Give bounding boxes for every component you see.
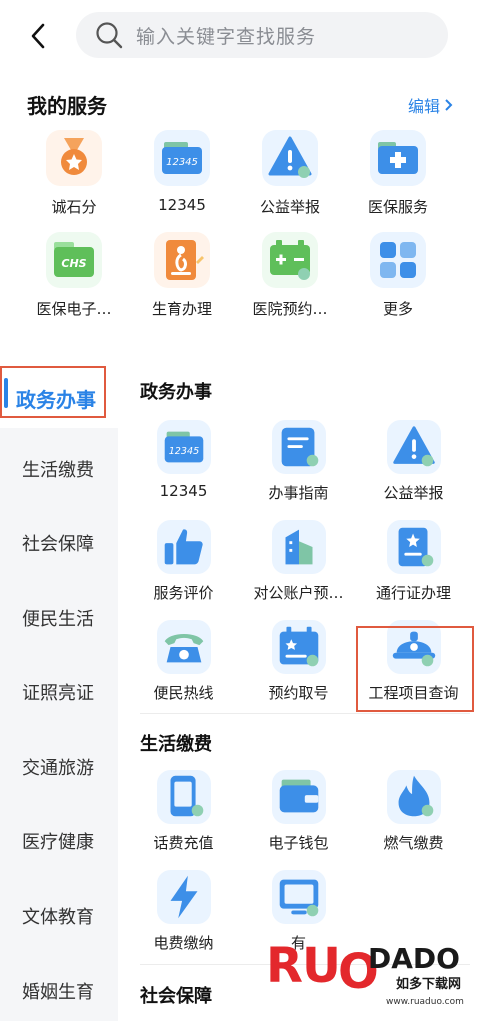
service-label: 便民热线	[153, 684, 214, 702]
service-tile[interactable]: 医保服务	[344, 130, 452, 226]
search-icon	[96, 22, 123, 49]
warning-icon	[262, 130, 318, 186]
service-label: 更多	[382, 300, 413, 318]
service-label: 12345	[158, 196, 206, 214]
service-label: 预约取号	[268, 684, 329, 702]
category-item[interactable]: 便民生活	[22, 605, 94, 631]
chevron-left-icon	[31, 23, 45, 49]
warning-icon	[386, 420, 441, 474]
category-item[interactable]: 社会保障	[22, 530, 94, 556]
service-label: 公益举报	[259, 198, 320, 216]
edit-label: 编辑	[408, 97, 441, 116]
grid-more-icon	[370, 232, 426, 288]
service-tile[interactable]: 通行证办理	[356, 520, 471, 614]
service-label: 12345	[159, 482, 208, 500]
hotline-folder-icon: 12345	[156, 420, 211, 474]
service-tile[interactable]: 12345 12345	[126, 420, 241, 514]
service-tile[interactable]: 公益举报	[356, 420, 471, 514]
category-item[interactable]: 婚姻生育	[22, 978, 94, 1004]
calendar-star-icon	[271, 620, 326, 674]
search-placeholder: 输入关键字查找服务	[136, 25, 317, 48]
highlight-box	[356, 626, 474, 712]
section-title: 生活缴费	[140, 734, 212, 755]
category-item[interactable]: 证照亮证	[22, 679, 94, 705]
service-label: 医院预约…	[252, 300, 328, 318]
service-tile[interactable]: 12345 12345	[128, 130, 236, 226]
hotline-folder-icon: 12345	[154, 130, 210, 186]
service-label: 办事指南	[268, 484, 329, 502]
svg-text:www.ruaduo.com: www.ruaduo.com	[386, 997, 464, 1007]
edit-button[interactable]: 编辑	[408, 93, 453, 117]
service-label: 医保电子…	[36, 300, 112, 318]
telephone-icon	[156, 620, 211, 674]
service-label: 话费充值	[153, 834, 214, 852]
service-label: 医保服务	[367, 198, 428, 216]
section-title: 政务办事	[140, 382, 212, 403]
service-tile[interactable]: 电费缴纳	[126, 870, 241, 964]
service-tile[interactable]: 预约取号	[241, 620, 356, 714]
service-label: 公益举报	[383, 484, 444, 502]
service-tile[interactable]: 对公账户预…	[241, 520, 356, 614]
service-tile[interactable]: 办事指南	[241, 420, 356, 514]
service-label: 服务评价	[153, 584, 214, 602]
guide-doc-icon	[271, 420, 326, 474]
service-label: 燃气缴费	[383, 834, 444, 852]
section-divider	[140, 713, 470, 714]
thumbs-up-icon	[156, 520, 211, 574]
service-tile[interactable]: 话费充值	[126, 770, 241, 864]
svg-text:U: U	[302, 938, 341, 994]
service-tile[interactable]: CHS 医保电子…	[20, 232, 128, 328]
medal-icon	[46, 130, 102, 186]
category-item[interactable]: 交通旅游	[22, 754, 94, 780]
lightning-icon	[156, 870, 211, 924]
building-icon	[271, 520, 326, 574]
highlight-box	[0, 366, 106, 418]
svg-text:DADO: DADO	[368, 942, 460, 975]
service-tile[interactable]: 公益举报	[236, 130, 344, 226]
phone-recharge-icon	[156, 770, 211, 824]
service-tile[interactable]: 医院预约…	[236, 232, 344, 328]
my-services-grid: 诚石分 12345 12345 公益举报 医保服务 CHS 医保电子… 生育办理	[20, 130, 460, 328]
service-tile[interactable]: 电子钱包	[241, 770, 356, 864]
header: 输入关键字查找服务	[0, 0, 480, 72]
service-label: 电子钱包	[268, 834, 329, 852]
service-label: 电费缴纳	[153, 934, 214, 952]
svg-text:如多下载网: 如多下载网	[396, 976, 461, 992]
service-tile[interactable]: 服务评价	[126, 520, 241, 614]
svg-text:12345: 12345	[168, 446, 199, 457]
medical-insurance-icon	[370, 130, 426, 186]
service-label: 诚石分	[51, 198, 97, 216]
service-label: 通行证办理	[375, 584, 451, 602]
back-button[interactable]	[22, 18, 54, 54]
watermark-logo: R U O DADO 如多下载网 www.ruaduo.com	[262, 930, 472, 1020]
service-tile[interactable]: 便民热线	[126, 620, 241, 714]
tv-icon	[271, 870, 326, 924]
battery-calendar-icon	[262, 232, 318, 288]
flame-icon	[386, 770, 441, 824]
chs-card-icon: CHS	[46, 232, 102, 288]
svg-text:R: R	[266, 938, 303, 994]
category-item[interactable]: 文体教育	[22, 903, 94, 929]
wallet-icon	[271, 770, 326, 824]
service-tile[interactable]: 诚石分	[20, 130, 128, 226]
category-item[interactable]: 生活缴费	[22, 456, 94, 482]
section-title: 社会保障	[140, 986, 212, 1007]
service-label: 对公账户预…	[253, 584, 344, 602]
pregnancy-icon	[154, 232, 210, 288]
my-services-title: 我的服务	[27, 94, 107, 118]
pass-card-icon	[386, 520, 441, 574]
search-input[interactable]: 输入关键字查找服务	[76, 12, 448, 58]
category-nav: 生活缴费 社会保障 便民生活 证照亮证 交通旅游 医疗健康 文体教育 婚姻生育 …	[0, 352, 118, 1021]
category-list: 生活缴费 社会保障 便民生活 证照亮证 交通旅游 医疗健康 文体教育 婚姻生育	[0, 428, 118, 1021]
service-tile[interactable]: 燃气缴费	[356, 770, 471, 864]
service-tile[interactable]: 更多	[344, 232, 452, 328]
svg-text:12345: 12345	[166, 157, 198, 168]
service-label: 生育办理	[151, 300, 212, 318]
svg-text:CHS: CHS	[61, 257, 86, 270]
chevron-right-icon	[445, 99, 453, 111]
service-tile[interactable]: 生育办理	[128, 232, 236, 328]
category-item[interactable]: 医疗健康	[22, 828, 94, 854]
